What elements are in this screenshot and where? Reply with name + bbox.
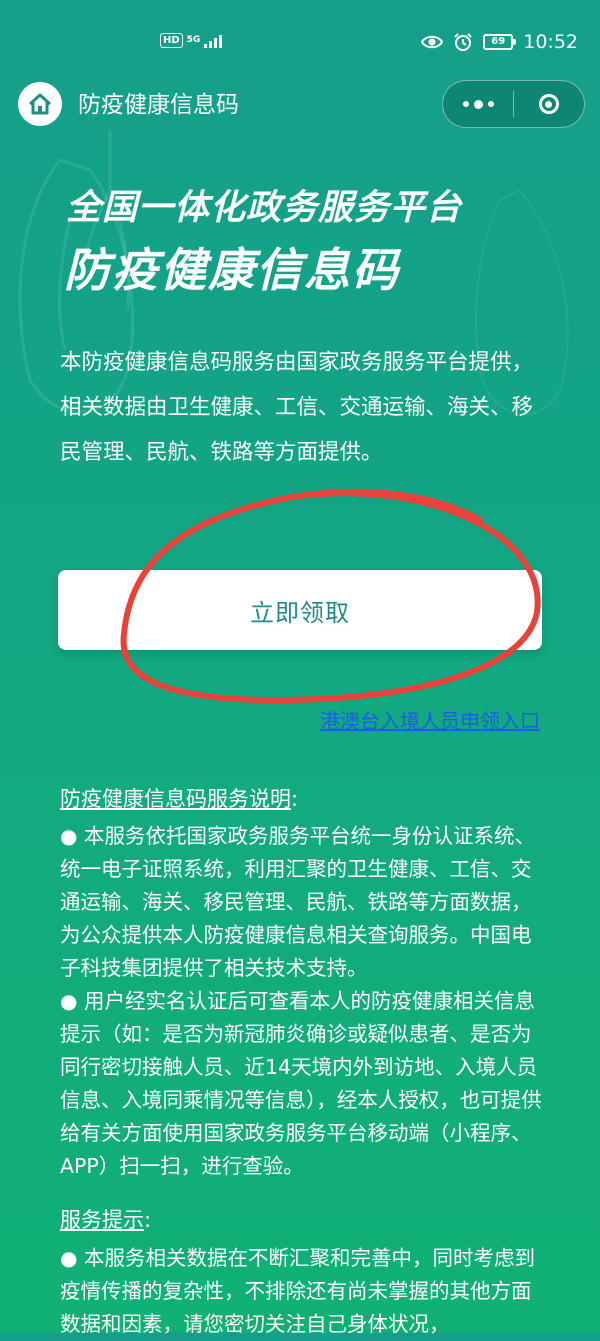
clock: 10:52 bbox=[523, 31, 578, 53]
network-indicators: HD 5G bbox=[160, 33, 223, 48]
claim-now-button[interactable]: 立即领取 bbox=[58, 570, 542, 650]
nav-title: 防疫健康信息码 bbox=[78, 92, 239, 118]
close-miniprogram-button[interactable] bbox=[514, 81, 584, 127]
intro-text: 本防疫健康信息码服务由国家政务服务平台提供，相关数据由卫生健康、工信、交通运输、… bbox=[60, 350, 534, 465]
service-description-title: 防疫健康信息码服务说明: bbox=[60, 787, 299, 811]
hd-badge: HD bbox=[160, 33, 183, 48]
network-type: 5G bbox=[186, 35, 201, 45]
more-button[interactable] bbox=[443, 81, 513, 127]
headline-platform: 全国一体化政务服务平台 bbox=[66, 188, 463, 228]
miniprogram-capsule bbox=[442, 80, 585, 128]
system-indicators: 69 10:52 bbox=[421, 31, 578, 53]
home-button[interactable] bbox=[18, 82, 62, 126]
signal-icon bbox=[204, 34, 223, 48]
status-bar: HD 5G 69 10:52 bbox=[0, 0, 600, 88]
battery-icon: 69 bbox=[483, 34, 517, 50]
eye-icon bbox=[421, 35, 444, 49]
service-description-paragraph-2: ● 用户经实名认证后可查看本人的防疫健康相关信息提示（如：是否为新冠肺炎确诊或疑… bbox=[60, 989, 542, 1178]
more-dots-icon bbox=[462, 99, 494, 109]
alarm-icon bbox=[454, 33, 472, 51]
headline-code: 防疫健康信息码 bbox=[64, 243, 400, 297]
target-ring-icon bbox=[538, 94, 559, 114]
service-tips-title: 服务提示: bbox=[60, 1208, 152, 1232]
home-icon bbox=[28, 93, 52, 115]
service-tips-paragraph-1: ● 本服务相关数据在不断汇聚和完善中，同时考虑到疫情传播的复杂性，不排除还有尚未… bbox=[60, 1246, 535, 1336]
service-description-paragraph-1: ● 本服务依托国家政务服务平台统一身份认证系统、统一电子证照系统，利用汇聚的卫生… bbox=[60, 824, 535, 980]
hk-macao-taiwan-entry-link[interactable]: 港澳台入境人员申领入口 bbox=[320, 706, 540, 736]
